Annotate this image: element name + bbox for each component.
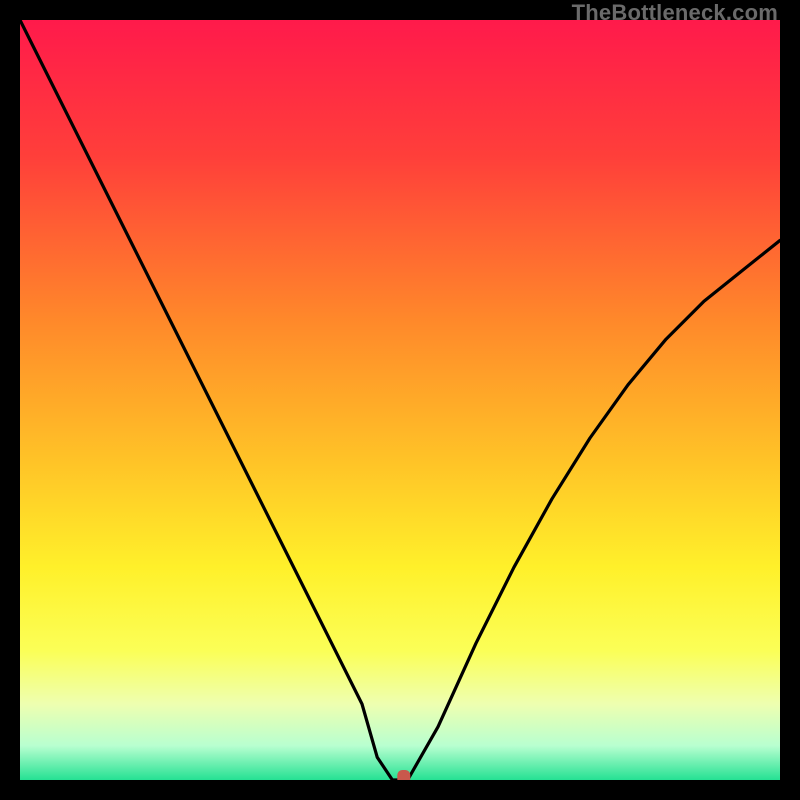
gradient-background <box>20 20 780 780</box>
optimal-point-marker <box>397 770 410 780</box>
watermark-text: TheBottleneck.com <box>572 0 778 26</box>
plot-area <box>20 20 780 780</box>
chart-frame: TheBottleneck.com <box>0 0 800 800</box>
bottleneck-chart <box>20 20 780 780</box>
